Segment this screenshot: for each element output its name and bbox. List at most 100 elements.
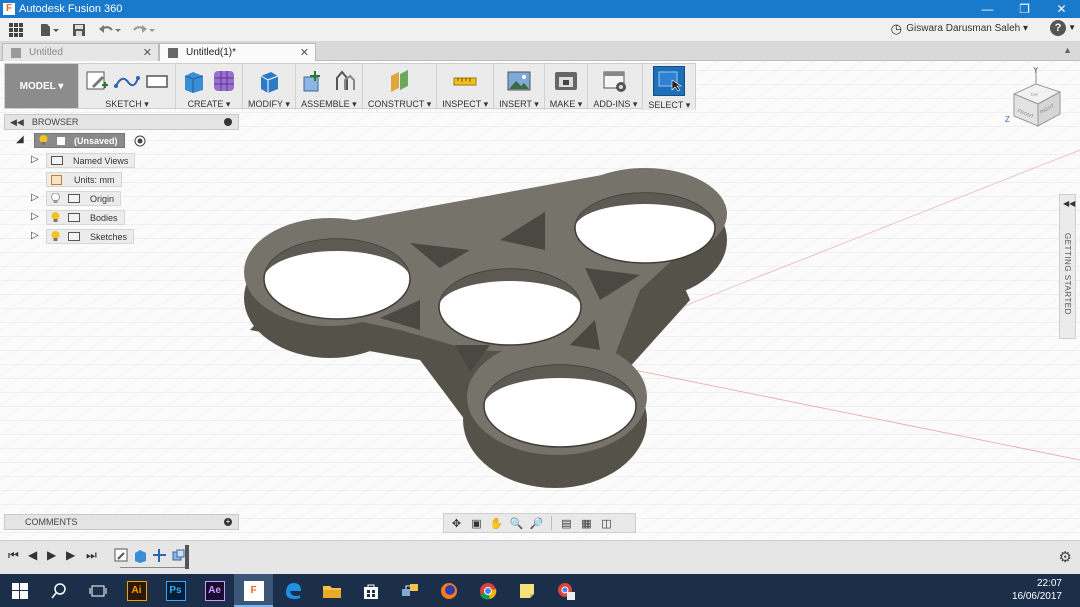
- bodies-node[interactable]: Bodies: [46, 210, 125, 225]
- look-at-icon[interactable]: ▣: [468, 515, 485, 531]
- start-button[interactable]: [0, 574, 39, 607]
- expand-panel-icon[interactable]: ◀◀: [1063, 199, 1075, 208]
- sketches-node[interactable]: Sketches: [46, 229, 135, 244]
- minimize-icon[interactable]: —: [969, 0, 1006, 18]
- tab-untitled[interactable]: Untitled ✕: [2, 43, 159, 61]
- orbit-icon[interactable]: ✥: [448, 515, 465, 531]
- data-panel-grid-icon[interactable]: [0, 19, 32, 41]
- tree-root[interactable]: ◢ (Unsaved): [4, 132, 239, 151]
- form-icon[interactable]: [211, 68, 237, 94]
- units-node[interactable]: Units: mm: [46, 172, 122, 187]
- workspace-switcher[interactable]: MODEL ▾: [5, 64, 79, 108]
- press-pull-icon[interactable]: [256, 68, 282, 94]
- sketch-group[interactable]: SKETCH ▾: [79, 64, 176, 110]
- select-tool-icon[interactable]: [653, 66, 686, 96]
- timeline-extrude-feature-icon[interactable]: [133, 548, 148, 563]
- pan-hand-icon[interactable]: ✋: [488, 515, 505, 531]
- taskbar-photoshop[interactable]: Ps: [156, 574, 195, 607]
- job-status-clock-icon[interactable]: ◷: [891, 21, 902, 37]
- viewports-icon[interactable]: ◫: [598, 515, 615, 531]
- restore-icon[interactable]: ❐: [1006, 0, 1043, 18]
- visibility-bulb-icon[interactable]: [51, 193, 60, 204]
- view-cube[interactable]: Y Z TOP FRONT RIGHT: [1000, 64, 1070, 134]
- expand-triangle-icon[interactable]: ◢: [16, 134, 24, 145]
- zoom-icon[interactable]: 🔍: [508, 515, 525, 531]
- taskbar-sticky-notes[interactable]: [507, 574, 546, 607]
- insert-image-icon[interactable]: [506, 68, 532, 94]
- create-sketch-icon[interactable]: [84, 68, 110, 94]
- taskbar-fusion-360[interactable]: F: [234, 574, 273, 607]
- create-group[interactable]: CREATE ▾: [176, 64, 243, 110]
- grid-settings-icon[interactable]: ▦: [578, 515, 595, 531]
- display-settings-icon[interactable]: ▤: [558, 515, 575, 531]
- spline-icon[interactable]: [114, 68, 140, 94]
- taskbar-illustrator[interactable]: Ai: [117, 574, 156, 607]
- expand-arrow-icon[interactable]: ▷: [31, 230, 39, 241]
- visibility-bulb-icon[interactable]: [51, 231, 60, 242]
- taskbar-firefox[interactable]: [429, 574, 468, 607]
- root-component[interactable]: (Unsaved): [34, 133, 125, 148]
- make-menu[interactable]: MAKE ▾: [550, 99, 583, 110]
- help-caret-icon[interactable]: ▼: [1068, 23, 1076, 32]
- make-group[interactable]: MAKE ▾: [545, 64, 589, 110]
- timeline-sketch-feature-icon[interactable]: [114, 548, 129, 563]
- new-component-icon[interactable]: [301, 68, 327, 94]
- tree-item-units[interactable]: Units: mm: [4, 170, 239, 189]
- tree-item-origin[interactable]: ▷ Origin: [4, 189, 239, 208]
- timeline-settings-gear-icon[interactable]: ⚙: [1059, 548, 1072, 566]
- sketch-menu[interactable]: SKETCH ▾: [105, 99, 149, 110]
- taskbar-after-effects[interactable]: Ae: [195, 574, 234, 607]
- taskbar-chrome[interactable]: [468, 574, 507, 607]
- taskbar-chrome-app[interactable]: [546, 574, 585, 607]
- inspect-group[interactable]: INSPECT ▾: [437, 64, 495, 110]
- user-account-menu[interactable]: Giswara Darusman Saleh ▾: [906, 23, 1028, 34]
- modify-group[interactable]: MODIFY ▾: [243, 64, 296, 110]
- close-tab-icon[interactable]: ✕: [300, 46, 309, 59]
- getting-started-panel[interactable]: ◀◀ GETTING STARTED: [1059, 194, 1076, 339]
- taskbar-edge[interactable]: [273, 574, 312, 607]
- save-icon[interactable]: [66, 19, 92, 41]
- close-tab-icon[interactable]: ✕: [143, 46, 152, 59]
- tree-item-bodies[interactable]: ▷ Bodies: [4, 208, 239, 227]
- create-menu[interactable]: CREATE ▾: [188, 99, 231, 110]
- taskbar-store[interactable]: [351, 574, 390, 607]
- step-forward-icon[interactable]: ▶: [66, 548, 75, 562]
- fit-zoom-icon[interactable]: 🔎: [528, 515, 545, 531]
- assemble-menu[interactable]: ASSEMBLE ▾: [301, 99, 357, 110]
- inspect-menu[interactable]: INSPECT ▾: [442, 99, 488, 110]
- expand-arrow-icon[interactable]: ▷: [31, 211, 39, 222]
- timeline-move-feature-icon[interactable]: [152, 548, 167, 563]
- visibility-bulb-icon[interactable]: [39, 135, 48, 146]
- taskbar-network-app[interactable]: [390, 574, 429, 607]
- search-button[interactable]: [39, 574, 78, 607]
- comments-panel[interactable]: COMMENTS +: [4, 514, 239, 530]
- go-to-end-icon[interactable]: ⏭: [86, 548, 97, 563]
- activate-radio-icon[interactable]: [134, 135, 146, 147]
- step-back-icon[interactable]: ◀: [28, 548, 37, 562]
- play-icon[interactable]: ▶: [47, 548, 56, 562]
- select-group[interactable]: SELECT ▾: [643, 64, 696, 111]
- add-ins-menu[interactable]: ADD-INS ▾: [593, 99, 637, 110]
- tree-item-sketches[interactable]: ▷ Sketches: [4, 227, 239, 246]
- assemble-group[interactable]: ASSEMBLE ▾: [296, 64, 363, 110]
- visibility-bulb-icon[interactable]: [51, 212, 60, 223]
- construct-menu[interactable]: CONSTRUCT ▾: [368, 99, 431, 110]
- 3d-print-icon[interactable]: [553, 68, 579, 94]
- add-ins-group[interactable]: ADD-INS ▾: [588, 64, 644, 110]
- undo-icon[interactable]: [92, 19, 126, 41]
- timeline-marker[interactable]: [185, 545, 189, 569]
- close-icon[interactable]: ✕: [1043, 0, 1080, 18]
- extrude-icon[interactable]: [181, 68, 207, 94]
- timeline-combine-feature-icon[interactable]: [171, 548, 186, 563]
- collapse-browser-icon[interactable]: ◀◀: [10, 117, 24, 128]
- system-clock[interactable]: 22:07 16/06/2017: [1012, 577, 1062, 603]
- taskbar-file-explorer[interactable]: [312, 574, 351, 607]
- select-menu[interactable]: SELECT ▾: [648, 100, 690, 111]
- named-views-node[interactable]: Named Views: [46, 153, 136, 168]
- browser-minimize-icon[interactable]: [224, 118, 232, 126]
- collapse-tabs-icon[interactable]: ▲: [1063, 45, 1072, 55]
- go-to-start-icon[interactable]: ⏮: [8, 548, 19, 563]
- expand-arrow-icon[interactable]: ▷: [31, 192, 39, 203]
- construct-group[interactable]: CONSTRUCT ▾: [363, 64, 438, 110]
- insert-menu[interactable]: INSERT ▾: [499, 99, 539, 110]
